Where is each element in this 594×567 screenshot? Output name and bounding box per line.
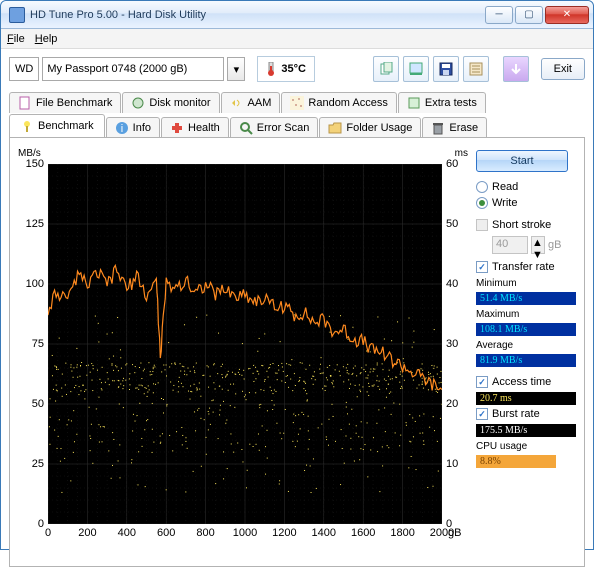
svg-text:600: 600 xyxy=(157,527,175,539)
tab-health[interactable]: Health xyxy=(161,117,229,138)
copy-info-button[interactable] xyxy=(373,56,399,82)
window-title: HD Tune Pro 5.00 - Hard Disk Utility xyxy=(30,9,483,21)
disk-monitor-icon xyxy=(131,96,145,110)
svg-text:1200: 1200 xyxy=(272,527,296,539)
svg-text:1800: 1800 xyxy=(390,527,414,539)
close-button[interactable]: ✕ xyxy=(545,6,589,24)
svg-text:0: 0 xyxy=(38,518,44,530)
transfer-rate-check[interactable]: ✓Transfer rate xyxy=(476,260,576,274)
burst-rate-check[interactable]: ✓Burst rate xyxy=(476,407,576,421)
svg-text:30: 30 xyxy=(446,338,458,350)
svg-text:800: 800 xyxy=(196,527,214,539)
save-button[interactable] xyxy=(433,56,459,82)
axis-labels: 0255075100125150010203040506002004006008… xyxy=(18,146,468,558)
aam-icon xyxy=(230,96,244,110)
maximum-value: 108.1 MB/s xyxy=(476,323,576,336)
cpu-usage-value: 8.8% xyxy=(476,455,556,468)
svg-text:75: 75 xyxy=(32,338,44,350)
start-button[interactable]: Start xyxy=(476,150,568,172)
tab-random-access[interactable]: Random Access xyxy=(281,92,396,113)
temperature-readout: 35°C xyxy=(257,56,315,82)
access-time-check[interactable]: ✓Access time xyxy=(476,375,576,389)
drive-vendor: WD xyxy=(9,57,39,81)
svg-text:i: i xyxy=(120,123,122,135)
drive-name: My Passport 0748 (2000 gB) xyxy=(42,57,224,81)
minimize-button[interactable]: ─ xyxy=(485,6,513,24)
tab-aam[interactable]: AAM xyxy=(221,92,281,113)
minimum-value: 51.4 MB/s xyxy=(476,292,576,305)
svg-text:40: 40 xyxy=(446,278,458,290)
svg-text:125: 125 xyxy=(26,218,44,230)
svg-text:100: 100 xyxy=(26,278,44,290)
refresh-button[interactable] xyxy=(503,56,529,82)
write-radio[interactable]: Write xyxy=(476,196,576,210)
app-icon xyxy=(9,7,25,23)
svg-text:200: 200 xyxy=(78,527,96,539)
svg-text:20: 20 xyxy=(446,398,458,410)
toolbar: WD My Passport 0748 (2000 gB) ▾ 35°C Exi… xyxy=(1,49,593,89)
svg-text:1000: 1000 xyxy=(233,527,257,539)
random-access-icon xyxy=(290,96,304,110)
side-panel: Start Read Write Short stroke 40 ▲▼ gB ✓… xyxy=(476,146,576,558)
svg-text:25: 25 xyxy=(32,458,44,470)
drive-selector[interactable]: WD My Passport 0748 (2000 gB) ▾ xyxy=(9,57,245,81)
menu-help[interactable]: Help xyxy=(35,33,58,45)
svg-text:400: 400 xyxy=(118,527,136,539)
tab-error-scan[interactable]: Error Scan xyxy=(230,117,319,138)
erase-icon xyxy=(431,121,445,135)
extra-tests-icon xyxy=(407,96,421,110)
cpu-usage-label: CPU usage xyxy=(476,441,576,452)
menu-bar: File Help xyxy=(1,29,593,49)
benchmark-panel: MB/s ms 02550751001251500102030405060020… xyxy=(9,137,585,567)
info-icon: i xyxy=(115,121,129,135)
access-time-value: 20.7 ms xyxy=(476,392,576,405)
benchmark-icon xyxy=(20,119,34,133)
error-scan-icon xyxy=(239,121,253,135)
svg-text:50: 50 xyxy=(32,398,44,410)
thermometer-icon xyxy=(266,62,276,76)
tab-row-2: Benchmark iInfo Health Error Scan Folder… xyxy=(1,114,593,137)
svg-text:1400: 1400 xyxy=(312,527,336,539)
chart-area: MB/s ms 02550751001251500102030405060020… xyxy=(18,146,468,558)
burst-rate-value: 175.5 MB/s xyxy=(476,424,576,437)
tab-disk-monitor[interactable]: Disk monitor xyxy=(122,92,219,113)
svg-text:gB: gB xyxy=(448,527,461,539)
tab-benchmark[interactable]: Benchmark xyxy=(9,114,105,137)
tab-info[interactable]: iInfo xyxy=(106,117,160,138)
settings-button[interactable] xyxy=(463,56,489,82)
short-stroke-value: 40 xyxy=(492,236,528,254)
tab-file-benchmark[interactable]: File Benchmark xyxy=(9,92,121,113)
svg-text:60: 60 xyxy=(446,158,458,170)
screenshot-button[interactable] xyxy=(403,56,429,82)
svg-text:50: 50 xyxy=(446,218,458,230)
health-icon xyxy=(170,121,184,135)
short-stroke-stepper[interactable]: ▲▼ xyxy=(531,236,545,254)
svg-text:1600: 1600 xyxy=(351,527,375,539)
exit-button[interactable]: Exit xyxy=(541,58,585,80)
temperature-value: 35°C xyxy=(281,63,306,75)
average-value: 81.9 MB/s xyxy=(476,354,576,367)
folder-usage-icon xyxy=(328,121,342,135)
short-stroke-spinner: 40 ▲▼ gB xyxy=(492,236,576,254)
minimum-label: Minimum xyxy=(476,278,576,289)
short-stroke-check[interactable]: Short stroke xyxy=(476,218,576,232)
tab-row-1: File Benchmark Disk monitor AAM Random A… xyxy=(1,91,593,112)
tab-erase[interactable]: Erase xyxy=(422,117,487,138)
drive-dropdown-button[interactable]: ▾ xyxy=(227,57,245,81)
tab-extra-tests[interactable]: Extra tests xyxy=(398,92,486,113)
svg-text:150: 150 xyxy=(26,158,44,170)
file-benchmark-icon xyxy=(18,96,32,110)
svg-text:10: 10 xyxy=(446,458,458,470)
maximize-button[interactable]: ▢ xyxy=(515,6,543,24)
read-radio[interactable]: Read xyxy=(476,180,576,194)
svg-text:0: 0 xyxy=(45,527,51,539)
tab-folder-usage[interactable]: Folder Usage xyxy=(319,117,421,138)
average-label: Average xyxy=(476,340,576,351)
title-bar: HD Tune Pro 5.00 - Hard Disk Utility ─ ▢… xyxy=(1,1,593,29)
maximum-label: Maximum xyxy=(476,309,576,320)
menu-file[interactable]: File xyxy=(7,33,25,45)
